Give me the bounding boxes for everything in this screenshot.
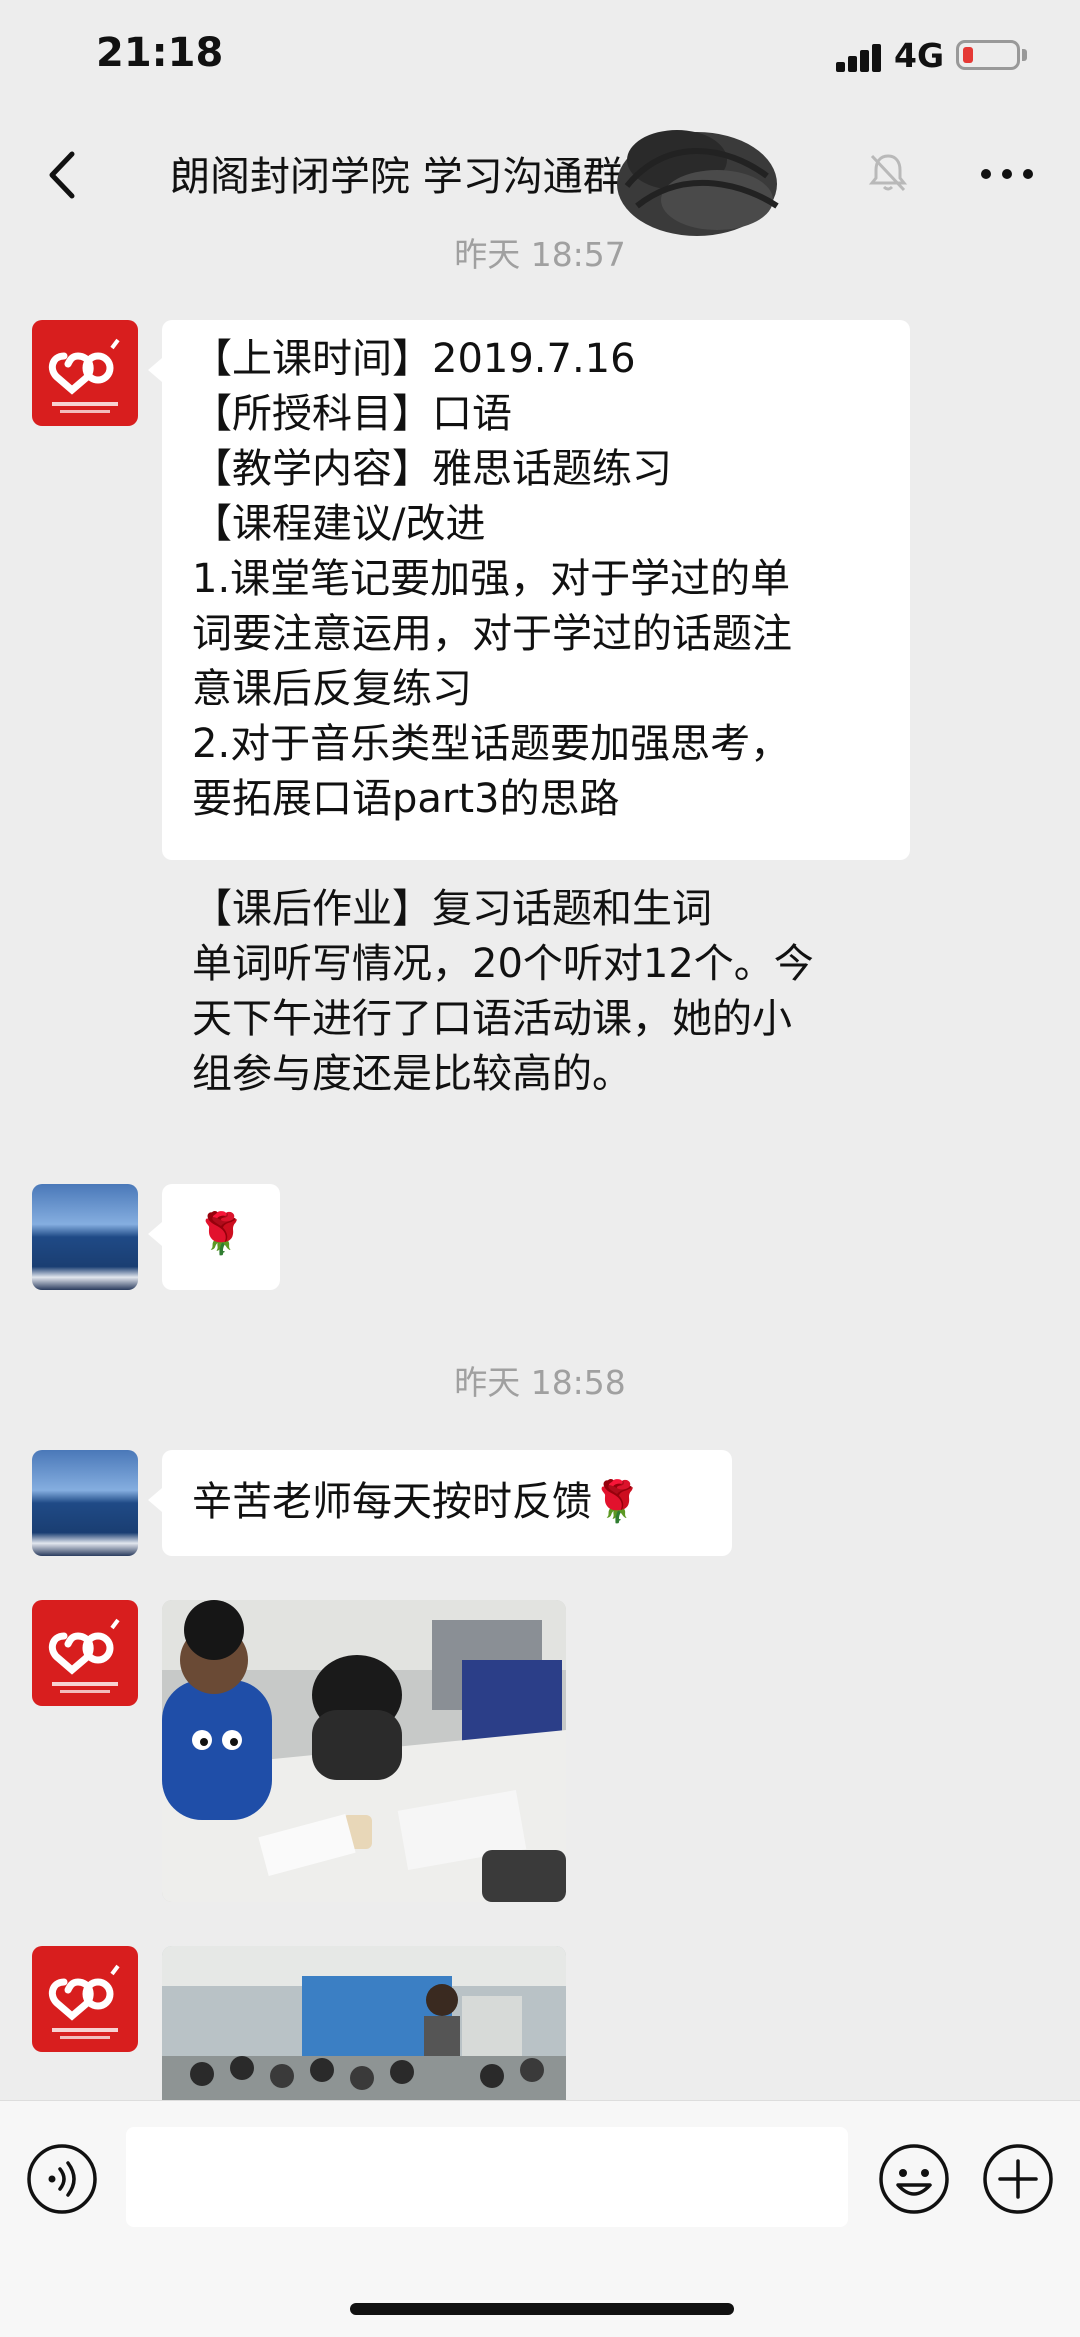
message-line: [192, 827, 890, 882]
signal-icon: [836, 40, 884, 72]
network-type: 4G: [894, 36, 945, 75]
photo-message[interactable]: [162, 1600, 566, 1902]
voice-icon[interactable]: [24, 2141, 100, 2217]
emoji-icon[interactable]: [876, 2141, 952, 2217]
message-text: 辛苦老师每天按时反馈🌹: [192, 1479, 642, 1525]
message-line: 【课后作业】复习话题和生词: [192, 886, 712, 932]
chat-message-list[interactable]: 昨天 18:57 【上课时间】2019.7.16 【所授科目】口语 【教学内容】…: [0, 220, 1080, 2100]
message-line: 2.对于音乐类型话题要加强思考，: [192, 721, 791, 767]
status-time: 21:18: [96, 30, 224, 76]
heart-logo-icon: [48, 338, 120, 413]
message-bubble[interactable]: 【上课时间】2019.7.16 【所授科目】口语 【教学内容】雅思话题练习 【课…: [148, 320, 910, 1097]
message-line: 【教学内容】雅思话题练习: [192, 446, 672, 492]
message-line: 1.课堂笔记要加强，对于学过的单: [192, 556, 791, 602]
avatar[interactable]: [32, 1600, 138, 1706]
input-bar: [0, 2100, 1080, 2337]
message-line: 【所授科目】口语: [192, 391, 512, 437]
message-line: 意课后反复练习: [192, 666, 472, 712]
message-line: 单词听写情况，20个听对12个。今: [192, 941, 814, 987]
message-input[interactable]: [126, 2127, 848, 2227]
avatar[interactable]: [32, 320, 138, 426]
heart-logo-icon: [48, 1618, 120, 1693]
classroom-photo: [162, 1946, 566, 2100]
rose-emoji: 🌹: [196, 1211, 246, 1257]
message-bubble[interactable]: 辛苦老师每天按时反馈🌹: [148, 1450, 732, 1556]
bell-muted-icon: [868, 154, 908, 192]
classroom-photo: [162, 1600, 566, 1902]
timestamp-separator: 昨天 18:58: [454, 1363, 626, 1402]
message-bubble[interactable]: 🌹: [148, 1184, 280, 1290]
chat-title: 朗阁封闭学院 学习沟通群(4): [170, 130, 880, 236]
status-bar: 21:18 4G: [0, 0, 1080, 120]
home-indicator: [350, 2303, 734, 2315]
more-dots-icon[interactable]: [972, 144, 1042, 204]
timestamp-separator: 昨天 18:57: [454, 235, 626, 274]
battery-tip: [1022, 49, 1027, 61]
message-line: 词要注意运用，对于学过的话题注: [192, 611, 792, 657]
chat-title-text: 朗阁封闭学院 学习沟通群(4): [170, 154, 680, 200]
heart-logo-icon: [48, 1964, 120, 2039]
plus-icon[interactable]: [980, 2141, 1056, 2217]
avatar[interactable]: [32, 1450, 138, 1556]
message-line: 【上课时间】2019.7.16: [192, 336, 636, 382]
chat-header: 朗阁封闭学院 学习沟通群(4): [0, 120, 1080, 236]
message-line: 【课程建议/改进: [192, 501, 486, 547]
avatar[interactable]: [32, 1184, 138, 1290]
message-line: 组参与度还是比较高的。: [192, 1051, 632, 1097]
back-icon[interactable]: [30, 140, 100, 210]
battery-icon: [956, 40, 1020, 70]
message-line: 天下午进行了口语活动课，她的小: [192, 996, 792, 1042]
message-line: 要拓展口语part3的思路: [192, 776, 620, 822]
avatar[interactable]: [32, 1946, 138, 2052]
photo-message[interactable]: [162, 1946, 566, 2100]
